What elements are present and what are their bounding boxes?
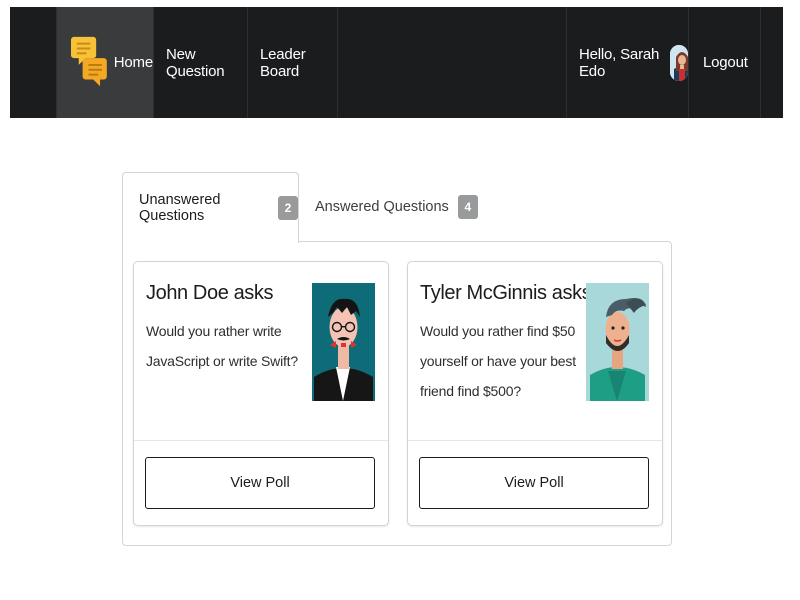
question-card: John Doe asks Would you rather write Jav…	[134, 262, 388, 525]
nav-left-spacer	[10, 7, 57, 118]
tab-panel: John Doe asks Would you rather write Jav…	[122, 241, 672, 546]
author-avatar-john-doe	[312, 283, 375, 401]
nav-leader-board-label: Leader Board	[260, 45, 306, 80]
nav-new-question-label: New Question	[166, 45, 225, 80]
nav-spacer	[338, 7, 567, 118]
tab-unanswered[interactable]: Unanswered Questions 2	[122, 172, 299, 243]
top-navbar: Home New Question Leader Board Hello, Sa…	[10, 7, 783, 118]
nav-logout-label: Logout	[703, 54, 748, 71]
author-avatar-tyler-mcginnis	[586, 283, 649, 401]
nav-leader-board[interactable]: Leader Board	[248, 7, 338, 118]
nav-logout[interactable]: Logout	[689, 7, 761, 118]
card-author-header: Tyler McGinnis asks	[420, 282, 592, 304]
card-content: Tyler McGinnis asks Would you rather fin…	[408, 262, 662, 441]
user-greeting-text: Hello, Sarah Edo	[579, 45, 660, 80]
nav-home-label: Home	[113, 54, 153, 71]
tab-answered-label: Answered Questions	[315, 199, 449, 215]
tab-answered[interactable]: Answered Questions 4	[315, 172, 478, 242]
nav-right-spacer	[761, 7, 783, 118]
tab-unanswered-count: 2	[278, 196, 298, 220]
card-question-text: Would you rather find $50 yourself or ha…	[420, 323, 576, 399]
view-poll-button[interactable]: View Poll	[145, 457, 375, 509]
card-author-header: John Doe asks	[146, 282, 274, 304]
tab-answered-count: 4	[457, 195, 478, 219]
user-avatar	[669, 44, 688, 81]
card-content: John Doe asks Would you rather write Jav…	[134, 262, 388, 441]
tab-unanswered-label: Unanswered Questions	[139, 192, 221, 224]
user-avatar-image	[669, 44, 688, 81]
nav-new-question[interactable]: New Question	[154, 7, 248, 118]
nav-user-greeting: Hello, Sarah Edo	[567, 7, 689, 118]
question-card: Tyler McGinnis asks Would you rather fin…	[408, 262, 662, 525]
card-question-text: Would you rather write JavaScript or wri…	[146, 323, 298, 369]
speech-bubbles-icon	[71, 36, 107, 86]
nav-home[interactable]: Home	[57, 7, 154, 118]
card-actions: View Poll	[408, 440, 662, 525]
card-actions: View Poll	[134, 440, 388, 525]
view-poll-button[interactable]: View Poll	[419, 457, 649, 509]
author-avatar-image	[312, 283, 375, 401]
author-avatar-image	[586, 283, 649, 401]
